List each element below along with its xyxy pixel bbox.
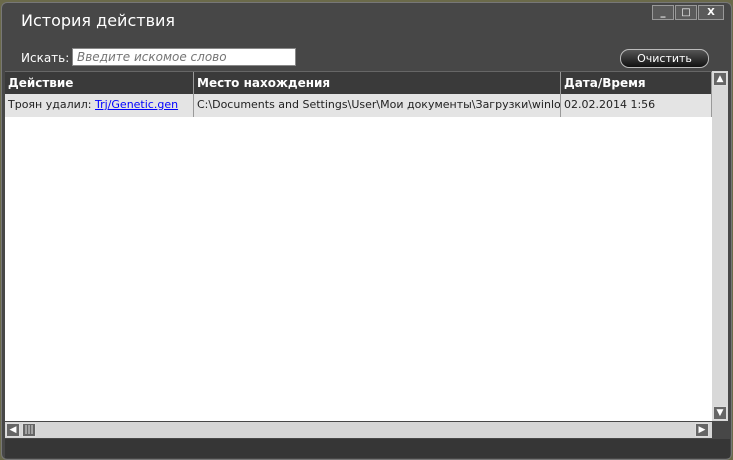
- maximize-button[interactable]: □: [675, 5, 697, 20]
- scroll-down-icon[interactable]: ▼: [713, 406, 727, 420]
- scroll-up-icon[interactable]: ▲: [713, 72, 727, 86]
- column-header-location[interactable]: Место нахождения: [194, 72, 561, 94]
- horizontal-scrollbar[interactable]: ◀ ||| ▶: [5, 422, 712, 438]
- history-window: История действия _ □ X Искать: Очистить …: [1, 2, 732, 460]
- clear-button[interactable]: Очистить: [620, 49, 709, 68]
- action-cell: Троян удалил: Trj/Genetic.gen: [5, 94, 194, 117]
- status-bar: [5, 439, 730, 458]
- close-button[interactable]: X: [698, 5, 724, 20]
- datetime-cell: 02.02.2014 1:56: [561, 94, 712, 117]
- minimize-button[interactable]: _: [652, 5, 674, 20]
- table-row[interactable]: Троян удалил: Trj/Genetic.gen C:\Documen…: [5, 94, 712, 117]
- action-prefix: Троян удалил:: [8, 98, 92, 111]
- column-header-datetime[interactable]: Дата/Время: [561, 72, 712, 94]
- search-input[interactable]: [72, 48, 296, 66]
- vertical-scrollbar[interactable]: ▲ ▼: [712, 71, 728, 421]
- location-cell: C:\Documents and Settings\User\Мои докум…: [194, 94, 561, 117]
- search-label: Искать:: [21, 51, 70, 65]
- scroll-left-icon[interactable]: ◀: [6, 423, 20, 437]
- threat-link[interactable]: Trj/Genetic.gen: [95, 98, 178, 111]
- history-table: Действие Место нахождения Дата/Время Тро…: [5, 71, 712, 421]
- window-title: История действия: [21, 11, 176, 30]
- scroll-right-icon[interactable]: ▶: [695, 423, 709, 437]
- column-header-action[interactable]: Действие: [5, 72, 194, 94]
- table-header: Действие Место нахождения Дата/Время: [5, 71, 712, 94]
- scroll-thumb[interactable]: |||: [22, 423, 36, 437]
